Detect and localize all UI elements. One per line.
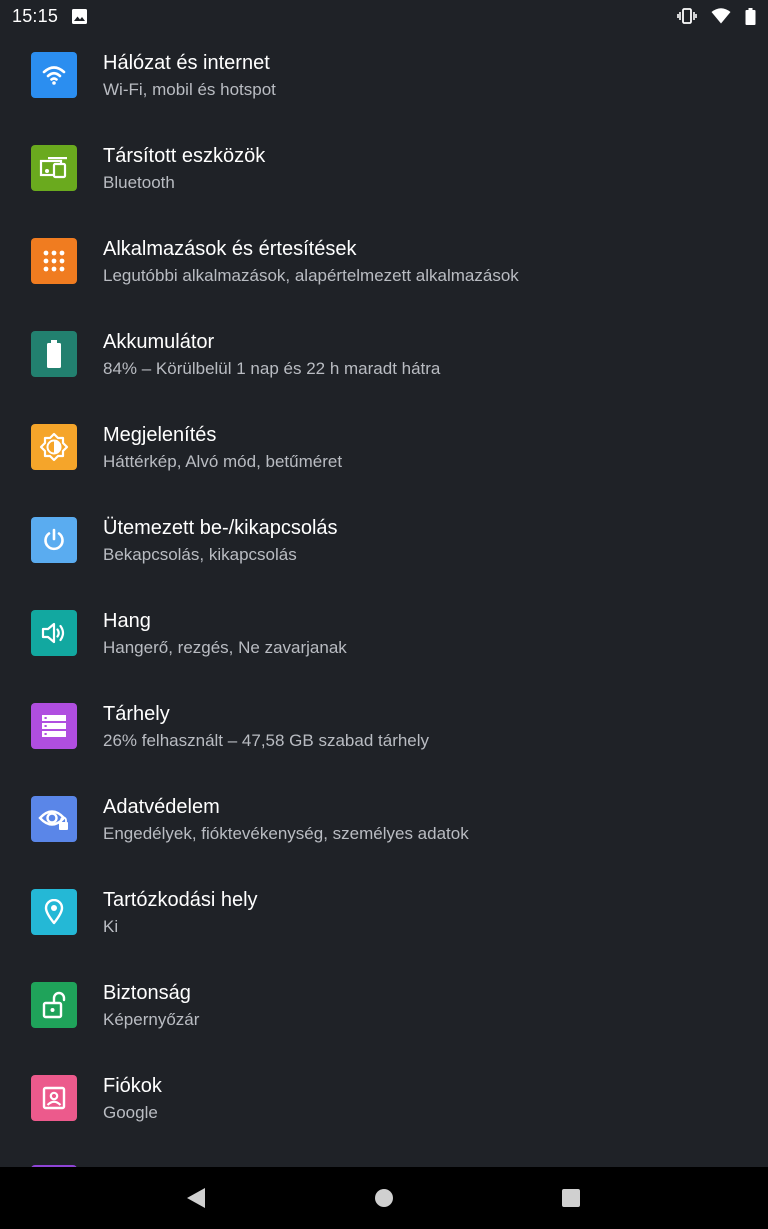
setting-storage[interactable]: Tárhely 26% felhasznált – 47,58 GB szaba… xyxy=(0,683,768,776)
vibrate-icon xyxy=(677,8,697,24)
setting-sound[interactable]: Hang Hangerő, rezgés, Ne zavarjanak xyxy=(0,590,768,683)
setting-battery[interactable]: Akkumulátor 84% – Körülbelül 1 nap és 22… xyxy=(0,311,768,404)
apps-grid-icon xyxy=(31,238,77,284)
recents-icon[interactable] xyxy=(541,1167,601,1229)
power-icon xyxy=(31,517,77,563)
devices-icon xyxy=(31,145,77,191)
setting-subtitle: Bekapcsolás, kikapcsolás xyxy=(103,545,297,564)
setting-subtitle: Hangerő, rezgés, Ne zavarjanak xyxy=(103,638,347,657)
setting-subtitle: 26% felhasznált – 47,58 GB szabad tárhel… xyxy=(103,731,430,750)
setting-title: Alkalmazások és értesítések xyxy=(103,238,357,260)
setting-subtitle: Google xyxy=(103,1103,158,1122)
setting-subtitle: Legutóbbi alkalmazások, alapértelmezett … xyxy=(103,266,519,285)
setting-subtitle: Engedélyek, fióktevékenység, személyes a… xyxy=(103,824,469,843)
privacy-eye-icon xyxy=(31,796,77,842)
settings-list: Hálózat és internet Wi-Fi, mobil és hots… xyxy=(0,32,768,1148)
home-icon[interactable] xyxy=(354,1167,414,1229)
status-bar: 15:15 xyxy=(0,0,768,32)
setting-security[interactable]: Biztonság Képernyőzár xyxy=(0,962,768,1055)
location-pin-icon xyxy=(31,889,77,935)
battery-icon xyxy=(745,7,756,25)
setting-title: Tartózkodási hely xyxy=(103,889,258,911)
setting-title: Társított eszközök xyxy=(103,145,266,167)
setting-subtitle: Képernyőzár xyxy=(103,1010,200,1029)
storage-icon xyxy=(31,703,77,749)
setting-apps-notifications[interactable]: Alkalmazások és értesítések Legutóbbi al… xyxy=(0,218,768,311)
setting-privacy[interactable]: Adatvédelem Engedélyek, fióktevékenység,… xyxy=(0,776,768,869)
lock-open-icon xyxy=(31,982,77,1028)
setting-display[interactable]: Megjelenítés Háttérkép, Alvó mód, betűmé… xyxy=(0,404,768,497)
setting-title: Fiókok xyxy=(103,1075,162,1097)
volume-icon xyxy=(31,610,77,656)
setting-network-internet[interactable]: Hálózat és internet Wi-Fi, mobil és hots… xyxy=(0,32,768,125)
brightness-icon xyxy=(31,424,77,470)
setting-scheduled-power[interactable]: Ütemezett be-/kikapcsolás Bekapcsolás, k… xyxy=(0,497,768,590)
account-icon xyxy=(31,1075,77,1121)
setting-title: Hálózat és internet xyxy=(103,52,270,74)
clock: 15:15 xyxy=(12,5,59,26)
setting-subtitle: Ki xyxy=(103,917,119,936)
setting-title: Megjelenítés xyxy=(103,424,217,446)
battery-icon xyxy=(31,331,77,377)
setting-subtitle: 84% – Körülbelül 1 nap és 22 h maradt há… xyxy=(103,359,441,378)
wifi-icon xyxy=(31,52,77,98)
setting-subtitle: Wi-Fi, mobil és hotspot xyxy=(103,80,276,99)
setting-title: Akkumulátor xyxy=(103,331,215,353)
image-notification-icon xyxy=(72,8,88,24)
setting-subtitle: Bluetooth xyxy=(103,173,175,192)
setting-accounts[interactable]: Fiókok Google xyxy=(0,1055,768,1148)
setting-title: Adatvédelem xyxy=(103,796,220,818)
setting-title: Biztonság xyxy=(103,982,191,1004)
setting-title: Tárhely xyxy=(103,703,170,725)
back-icon[interactable] xyxy=(166,1167,226,1229)
setting-location[interactable]: Tartózkodási hely Ki xyxy=(0,869,768,962)
setting-title: Ütemezett be-/kikapcsolás xyxy=(103,517,338,539)
setting-connected-devices[interactable]: Társított eszközök Bluetooth xyxy=(0,125,768,218)
wifi-icon xyxy=(711,8,731,24)
navigation-bar xyxy=(0,1167,768,1229)
setting-title: Hang xyxy=(103,610,151,632)
setting-subtitle: Háttérkép, Alvó mód, betűméret xyxy=(103,452,343,471)
